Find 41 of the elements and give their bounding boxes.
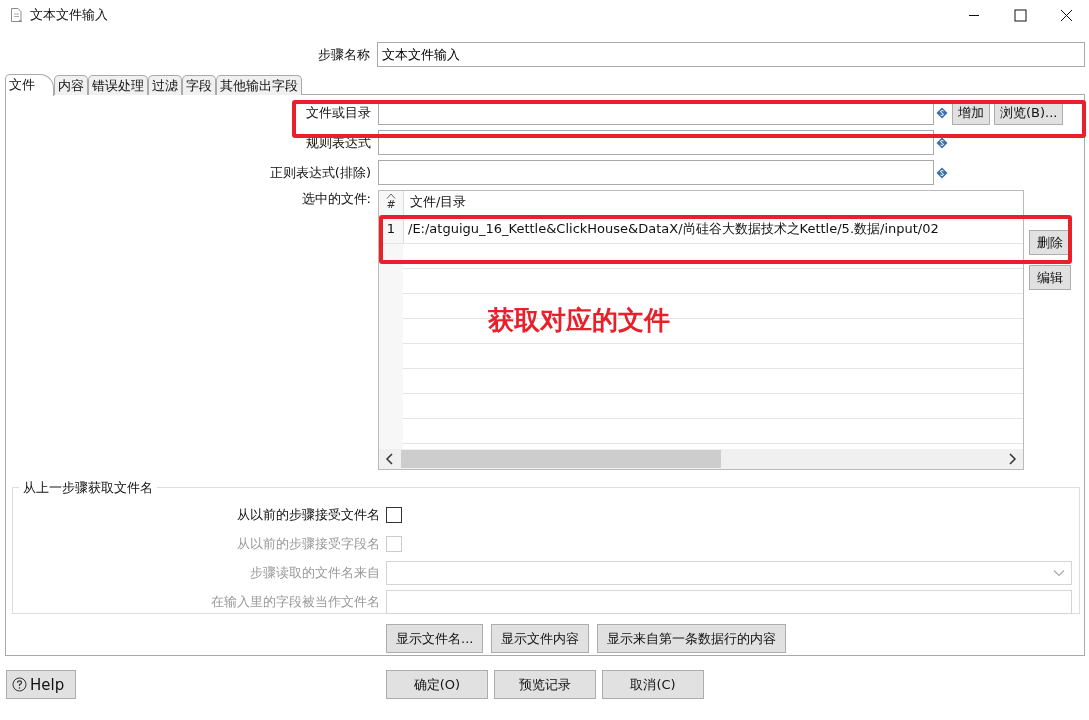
window-title: 文本文件输入 (30, 6, 108, 24)
group-title: 从上一步骤获取文件名 (19, 479, 157, 497)
help-icon (12, 677, 27, 692)
sort-caret-icon (386, 193, 396, 199)
field-label: 从以前的步骤接受字段名 (236, 534, 381, 553)
field-label: 选中的文件: (300, 190, 372, 208)
button[interactable]: 显示文件名... (386, 624, 484, 653)
button[interactable]: 预览记录 (494, 670, 596, 699)
button[interactable]: 取消(C) (602, 670, 704, 699)
field-label: 步骤名称 (317, 45, 371, 64)
variable-icon (936, 136, 948, 149)
button[interactable]: 删除 (1029, 230, 1071, 255)
dropdown-caret-icon (1053, 568, 1065, 577)
tab[interactable]: 错误处理 (88, 75, 148, 95)
column-header[interactable]: 文件/目录 (404, 191, 473, 209)
step-name-field[interactable]: 文本文件输入 (377, 42, 1085, 67)
field-label: 文件或目录 (305, 103, 372, 122)
button[interactable]: 确定(O) (386, 670, 488, 699)
variable-icon (936, 106, 948, 119)
tab[interactable]: 过滤 (148, 75, 182, 95)
checkbox[interactable] (386, 506, 402, 523)
tab[interactable]: 文件 (5, 74, 54, 96)
field-label: 正则表达式(排除) (268, 163, 372, 182)
document-icon (10, 7, 24, 23)
button[interactable]: 显示来自第一条数据行的内容 (597, 624, 787, 653)
scrollbar-thumb[interactable] (401, 450, 721, 468)
tab[interactable]: 其他输出字段 (216, 75, 302, 95)
field-label: 步骤读取的文件名来自 (249, 563, 381, 582)
table-cell[interactable]: /E:/atguigu_16_Kettle&ClickHouse&DataX/尚硅谷大数据技术之Kettle/5.数据/input/02 (404, 215, 943, 243)
annotation-text: 获取对应的文件 (488, 304, 670, 337)
column-header-text: # (386, 199, 396, 211)
button[interactable]: 显示文件内容 (491, 624, 590, 653)
button[interactable]: 编辑 (1029, 265, 1071, 290)
help-button[interactable]: Help (6, 670, 76, 699)
text-field[interactable] (378, 160, 934, 185)
horizontal-scrollbar[interactable] (379, 449, 1023, 469)
tab[interactable]: 内容 (54, 75, 88, 95)
field-label: 在输入里的字段被当作文件名 (210, 592, 381, 611)
variable-icon (936, 166, 948, 179)
field-label: 从以前的步骤接受文件名 (236, 505, 381, 524)
tab[interactable]: 字段 (182, 75, 216, 95)
